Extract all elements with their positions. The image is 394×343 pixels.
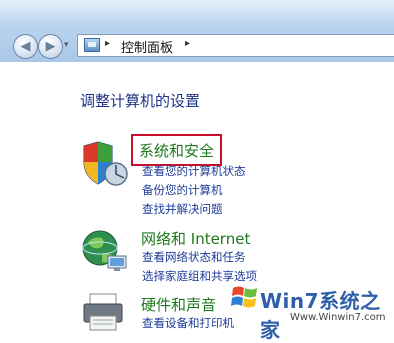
back-button[interactable]: ◀ [13,34,38,59]
recent-pages-dropdown[interactable]: ▾ [64,40,69,50]
link-find-fix-problems[interactable]: 查找并解决问题 [142,201,223,217]
printer-icon[interactable] [80,290,130,331]
link-view-devices-printers[interactable]: 查看设备和打印机 [142,315,234,331]
forward-button[interactable]: ▶ [38,34,63,59]
page-title: 调整计算机的设置 [80,92,201,110]
link-view-network-status[interactable]: 查看网络状态和任务 [142,249,246,265]
breadcrumb-separator[interactable]: ▸ [185,38,190,49]
watermark-site-url: Www.Winwin7.com [290,312,386,323]
address-bar[interactable]: ▸ 控制面板 ▸ [77,34,394,57]
category-network-internet-title[interactable]: 网络和 Internet [141,228,250,249]
link-view-computer-status[interactable]: 查看您的计算机状态 [142,163,246,179]
breadcrumb-separator[interactable]: ▸ [105,38,110,49]
category-hardware-sound-title[interactable]: 硬件和声音 [141,294,216,315]
category-system-security-title[interactable]: 系统和安全 [131,134,223,166]
windows-logo-icon [231,286,257,308]
shield-icon[interactable] [80,140,132,188]
link-backup-computer[interactable]: 备份您的计算机 [142,182,223,198]
control-panel-icon [84,38,100,52]
network-globe-icon[interactable] [80,228,130,274]
breadcrumb-control-panel[interactable]: 控制面板 [121,37,173,56]
